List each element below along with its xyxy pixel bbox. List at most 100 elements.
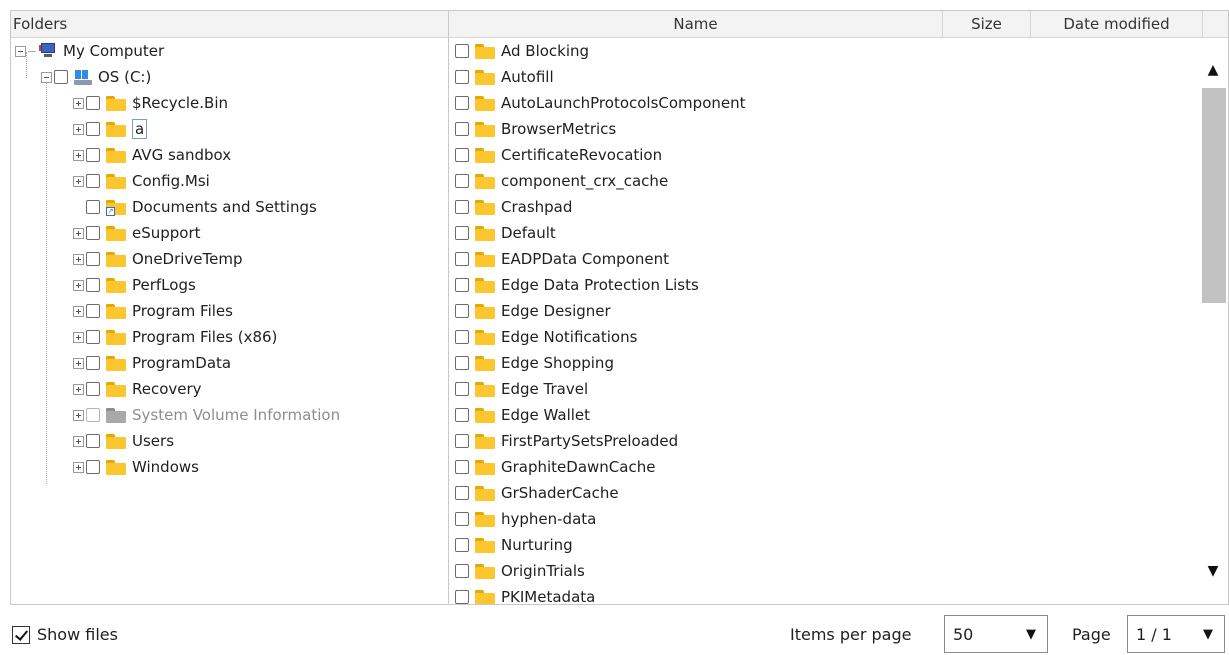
expand-icon[interactable] bbox=[73, 331, 84, 343]
scroll-up-icon[interactable]: ▲ bbox=[1204, 63, 1222, 77]
tree-node-folder[interactable]: a bbox=[73, 116, 148, 142]
list-item[interactable]: Edge Shopping bbox=[455, 350, 614, 376]
list-item[interactable]: Edge Notifications bbox=[455, 324, 637, 350]
checkbox[interactable] bbox=[86, 408, 100, 422]
checkbox[interactable] bbox=[54, 70, 68, 84]
list-item[interactable]: BrowserMetrics bbox=[455, 116, 616, 142]
checkbox[interactable] bbox=[455, 538, 469, 552]
tree-node-folder[interactable]: $Recycle.Bin bbox=[73, 90, 228, 116]
checkbox[interactable] bbox=[455, 174, 469, 188]
checkbox[interactable] bbox=[455, 148, 469, 162]
checkbox[interactable] bbox=[455, 564, 469, 578]
checkbox[interactable] bbox=[86, 96, 100, 110]
items-per-page-select[interactable]: 50 ▼ bbox=[944, 615, 1048, 653]
checkbox[interactable] bbox=[455, 226, 469, 240]
expand-icon[interactable] bbox=[73, 149, 84, 161]
checkbox[interactable] bbox=[86, 460, 100, 474]
list-item[interactable]: AutoLaunchProtocolsComponent bbox=[455, 90, 746, 116]
tree-node-folder[interactable]: Recovery bbox=[73, 376, 202, 402]
checkbox[interactable] bbox=[455, 70, 469, 84]
list-item[interactable]: Autofill bbox=[455, 64, 554, 90]
column-header-date[interactable]: Date modified bbox=[1031, 11, 1203, 37]
expand-icon[interactable] bbox=[73, 175, 84, 187]
page-select[interactable]: 1 / 1 ▼ bbox=[1127, 615, 1225, 653]
checkbox[interactable] bbox=[86, 200, 100, 214]
list-item[interactable]: GrShaderCache bbox=[455, 480, 619, 506]
list-item[interactable]: hyphen-data bbox=[455, 506, 596, 532]
list-item[interactable]: EADPData Component bbox=[455, 246, 669, 272]
expand-icon[interactable] bbox=[73, 357, 84, 369]
expand-icon[interactable] bbox=[73, 435, 84, 447]
collapse-icon[interactable] bbox=[15, 45, 26, 57]
column-header-size[interactable]: Size bbox=[943, 11, 1031, 37]
checkbox[interactable] bbox=[455, 44, 469, 58]
list-item[interactable]: Edge Data Protection Lists bbox=[455, 272, 699, 298]
list-item[interactable]: Edge Wallet bbox=[455, 402, 590, 428]
checkbox[interactable] bbox=[86, 356, 100, 370]
show-files-checkbox[interactable] bbox=[12, 625, 30, 644]
checkbox[interactable] bbox=[455, 278, 469, 292]
checkbox[interactable] bbox=[455, 382, 469, 396]
checkbox[interactable] bbox=[455, 590, 469, 604]
list-item[interactable]: component_crx_cache bbox=[455, 168, 668, 194]
expand-icon[interactable] bbox=[73, 305, 84, 317]
expand-icon[interactable] bbox=[73, 383, 84, 395]
list-item[interactable]: PKIMetadata bbox=[455, 584, 595, 604]
list-item[interactable]: CertificateRevocation bbox=[455, 142, 662, 168]
column-header-name[interactable]: Name bbox=[449, 11, 943, 37]
checkbox[interactable] bbox=[455, 200, 469, 214]
collapse-icon[interactable] bbox=[41, 71, 52, 83]
expand-icon[interactable] bbox=[73, 123, 84, 135]
tree-node-folder[interactable]: Windows bbox=[73, 454, 199, 480]
scroll-down-icon[interactable]: ▼ bbox=[1204, 564, 1222, 578]
checkbox[interactable] bbox=[86, 330, 100, 344]
checkbox[interactable] bbox=[455, 512, 469, 526]
list-item[interactable]: Default bbox=[455, 220, 556, 246]
tree-node-drive-c[interactable]: OS (C:) bbox=[41, 64, 151, 90]
checkbox[interactable] bbox=[455, 408, 469, 422]
tree-node-folder[interactable]: Config.Msi bbox=[73, 168, 210, 194]
list-item[interactable]: Nurturing bbox=[455, 532, 573, 558]
checkbox[interactable] bbox=[86, 382, 100, 396]
list-item[interactable]: Crashpad bbox=[455, 194, 572, 220]
list-item[interactable]: OriginTrials bbox=[455, 558, 585, 584]
checkbox[interactable] bbox=[86, 278, 100, 292]
expand-icon[interactable] bbox=[73, 409, 84, 421]
tree-node-folder[interactable]: System Volume Information bbox=[73, 402, 340, 428]
checkbox[interactable] bbox=[86, 226, 100, 240]
expand-icon[interactable] bbox=[73, 97, 84, 109]
tree-node-folder[interactable]: PerfLogs bbox=[73, 272, 196, 298]
list-item[interactable]: Edge Travel bbox=[455, 376, 588, 402]
list-item[interactable]: FirstPartySetsPreloaded bbox=[455, 428, 678, 454]
checkbox[interactable] bbox=[455, 252, 469, 266]
list-item[interactable]: GraphiteDawnCache bbox=[455, 454, 655, 480]
checkbox[interactable] bbox=[455, 122, 469, 136]
checkbox[interactable] bbox=[86, 304, 100, 318]
expand-icon[interactable] bbox=[73, 253, 84, 265]
checkbox[interactable] bbox=[86, 148, 100, 162]
scrollbar-thumb[interactable] bbox=[1202, 88, 1226, 303]
checkbox[interactable] bbox=[86, 252, 100, 266]
tree-node-folder[interactable]: eSupport bbox=[73, 220, 201, 246]
checkbox[interactable] bbox=[455, 460, 469, 474]
expand-icon[interactable] bbox=[73, 461, 84, 473]
checkbox[interactable] bbox=[86, 174, 100, 188]
tree-node-folder[interactable]: OneDriveTemp bbox=[73, 246, 243, 272]
checkbox[interactable] bbox=[455, 356, 469, 370]
checkbox[interactable] bbox=[86, 434, 100, 448]
list-item[interactable]: Edge Designer bbox=[455, 298, 611, 324]
checkbox[interactable] bbox=[455, 486, 469, 500]
tree-node-folder[interactable]: Program Files bbox=[73, 298, 233, 324]
tree-node-folder[interactable]: AVG sandbox bbox=[73, 142, 231, 168]
checkbox[interactable] bbox=[455, 96, 469, 110]
tree-node-folder[interactable]: ProgramData bbox=[73, 350, 231, 376]
tree-node-folder[interactable]: Users bbox=[73, 428, 174, 454]
checkbox[interactable] bbox=[455, 330, 469, 344]
tree-node-folder[interactable]: ↗ Documents and Settings bbox=[73, 194, 317, 220]
checkbox[interactable] bbox=[86, 122, 100, 136]
expand-icon[interactable] bbox=[73, 227, 84, 239]
list-item[interactable]: Ad Blocking bbox=[455, 38, 589, 64]
tree-node-folder[interactable]: Program Files (x86) bbox=[73, 324, 277, 350]
expand-icon[interactable] bbox=[73, 279, 84, 291]
checkbox[interactable] bbox=[455, 304, 469, 318]
